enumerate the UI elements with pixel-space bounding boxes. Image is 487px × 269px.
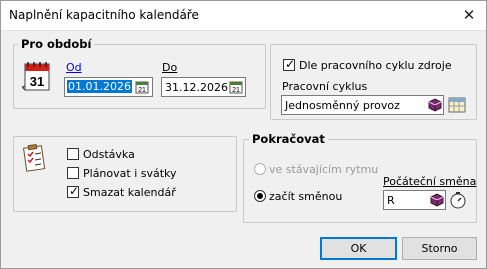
book-lookup-icon[interactable] bbox=[427, 98, 443, 112]
shutdown-checkbox[interactable] bbox=[67, 148, 79, 160]
from-date-field[interactable]: 01.01.2026 21 bbox=[64, 77, 153, 97]
initial-shift-label: Počáteční směna bbox=[383, 175, 477, 188]
svg-text:21: 21 bbox=[138, 87, 146, 94]
continue-legend: Pokračovat bbox=[249, 132, 328, 146]
cancel-button[interactable]: Storno bbox=[402, 237, 477, 260]
window-title: Naplnění kapacitního kalendáře bbox=[9, 8, 199, 22]
radio-selected-dot bbox=[257, 193, 263, 199]
plan-holidays-label: Plánovat i svátky bbox=[83, 167, 177, 180]
book-lookup-icon[interactable] bbox=[429, 193, 445, 207]
calendar-badge-text: 31 bbox=[30, 74, 44, 89]
svg-text:21: 21 bbox=[232, 87, 240, 94]
checkmark-icon: ✓ bbox=[285, 57, 296, 71]
shutdown-label: Odstávka bbox=[83, 148, 135, 161]
close-icon[interactable]: ✕ bbox=[458, 4, 480, 26]
start-shift-label: začít směnou bbox=[269, 190, 343, 203]
from-label[interactable]: Od bbox=[66, 61, 82, 74]
calendar-illustration-icon: 31 bbox=[21, 60, 52, 92]
existing-rhythm-radio[interactable] bbox=[254, 163, 266, 175]
to-date-field[interactable]: 31.12.2026 21 bbox=[161, 77, 246, 97]
to-label: Do bbox=[162, 61, 178, 74]
work-cycle-field[interactable]: Jednosměnný provoz bbox=[281, 95, 444, 115]
title-bar: Naplnění kapacitního kalendáře ✕ bbox=[0, 0, 487, 31]
cycle-table-icon[interactable] bbox=[448, 96, 466, 114]
from-date-value: 01.01.2026 bbox=[67, 80, 132, 93]
delete-calendar-label: Smazat kalendář bbox=[83, 186, 176, 199]
plan-holidays-checkbox[interactable] bbox=[67, 167, 79, 179]
delete-calendar-checkbox[interactable]: ✓ bbox=[67, 184, 80, 198]
period-legend: Pro období bbox=[18, 37, 95, 51]
calendar-picker-icon[interactable]: 21 bbox=[229, 80, 245, 94]
to-date-value: 31.12.2026 bbox=[165, 81, 228, 94]
start-shift-radio[interactable] bbox=[254, 190, 266, 202]
clipboard-checklist-icon bbox=[22, 143, 48, 173]
calendar-picker-icon[interactable]: 21 bbox=[135, 80, 151, 94]
ok-button[interactable]: OK bbox=[320, 237, 397, 260]
work-cycle-value: Jednosměnný provoz bbox=[285, 99, 400, 112]
existing-rhythm-label: ve stávajícím rytmu bbox=[269, 163, 379, 176]
initial-shift-value: R bbox=[387, 194, 395, 207]
initial-shift-field[interactable]: R bbox=[383, 190, 446, 210]
work-cycle-label: Pracovní cyklus bbox=[282, 80, 368, 93]
use-resource-cycle-checkbox[interactable]: ✓ bbox=[283, 57, 296, 71]
stopwatch-icon[interactable] bbox=[449, 191, 467, 209]
checkmark-icon: ✓ bbox=[69, 184, 80, 198]
use-resource-cycle-label: Dle pracovního cyklu zdroje bbox=[299, 59, 452, 72]
